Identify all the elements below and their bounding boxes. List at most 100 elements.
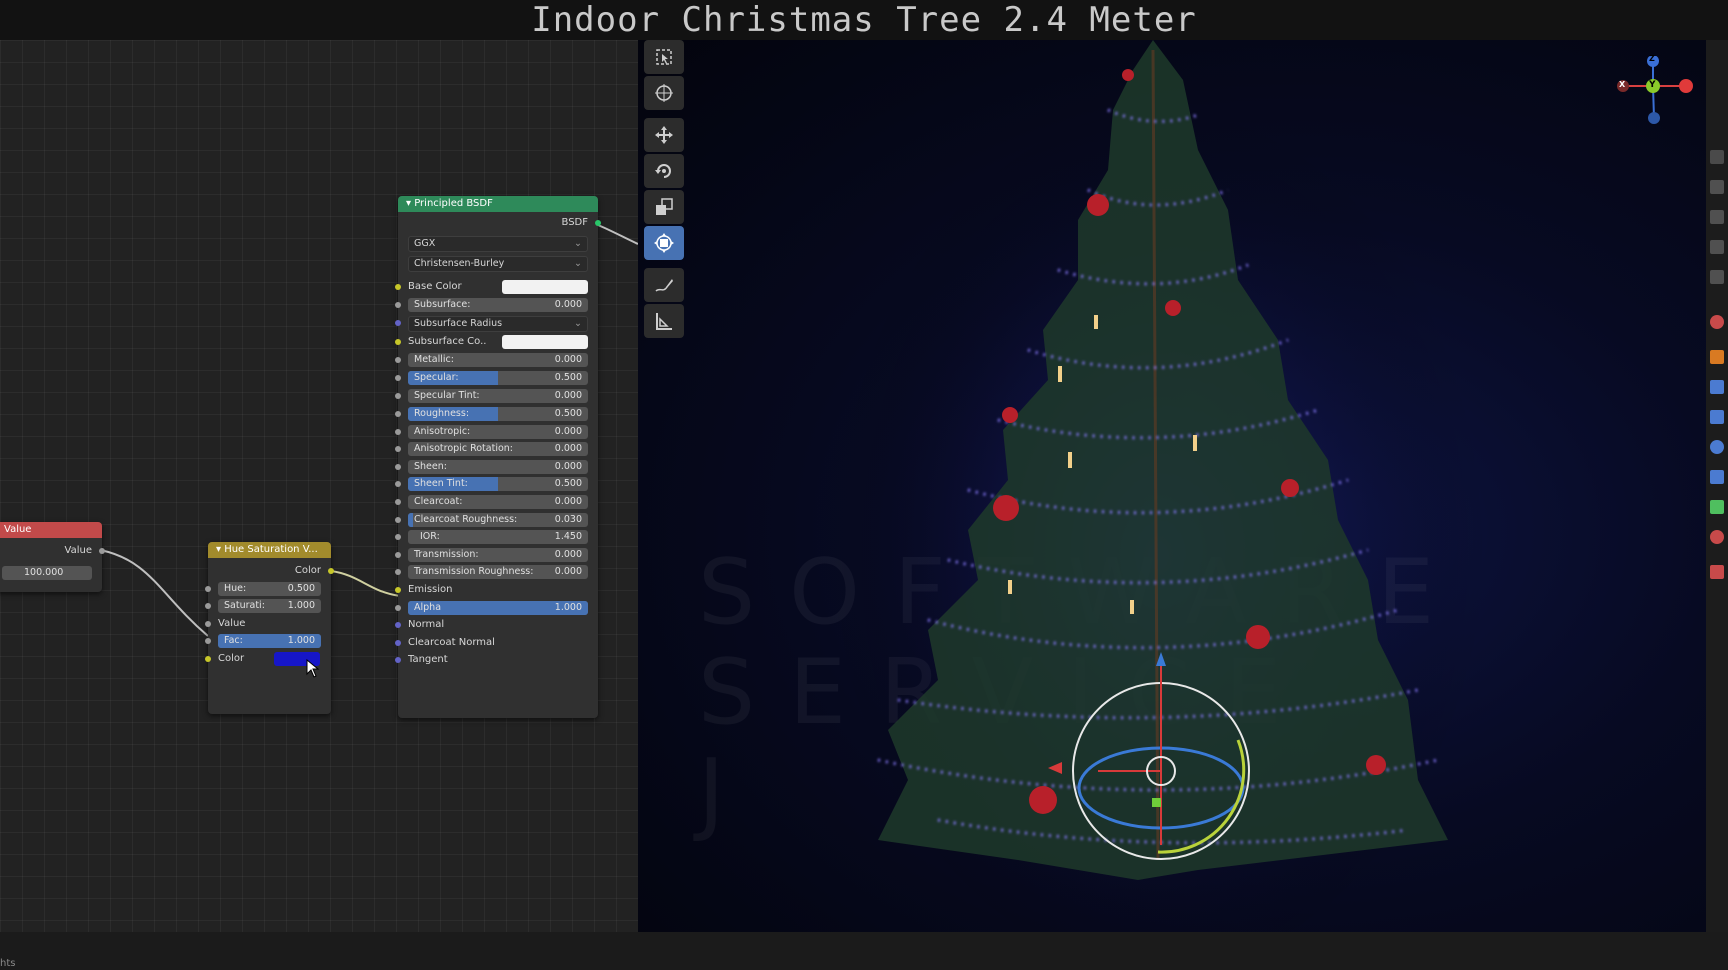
specular-tint-socket[interactable]	[395, 393, 401, 399]
gizmo-z-label: Z	[1649, 54, 1655, 63]
alpha-field[interactable]: Alpha 1.000	[408, 601, 588, 615]
constraints-tab-icon[interactable]	[1710, 470, 1724, 484]
render-tab-icon[interactable]	[1710, 180, 1724, 194]
saturation-input-socket[interactable]	[205, 603, 211, 609]
sheen-socket[interactable]	[395, 464, 401, 470]
video-caption: Indoor Christmas Tree 2.4 Meter	[0, 0, 1728, 40]
view-layer-tab-icon[interactable]	[1710, 240, 1724, 254]
value-node-title: Value	[4, 524, 32, 535]
output-tab-icon[interactable]	[1710, 210, 1724, 224]
navigation-gizmo[interactable]: Z X Y	[1608, 54, 1698, 126]
link-value-to-hue	[99, 549, 209, 637]
transmission-socket[interactable]	[395, 552, 401, 558]
specular-socket[interactable]	[395, 375, 401, 381]
subsurface-radius-socket[interactable]	[395, 320, 401, 326]
christmas-tree-render[interactable]	[638, 40, 1706, 932]
value-input-socket[interactable]	[205, 621, 211, 627]
tangent-label: Tangent	[408, 654, 448, 665]
clearcoat-field[interactable]: Clearcoat: 0.000	[408, 495, 588, 509]
value-field[interactable]: 100.000	[2, 566, 92, 580]
specular-tint-field[interactable]: Specular Tint: 0.000	[408, 389, 588, 403]
subsurface-socket[interactable]	[395, 302, 401, 308]
particles-tab-icon[interactable]	[1710, 410, 1724, 424]
value-node-header[interactable]: Value	[0, 522, 102, 538]
sheen-tint-socket[interactable]	[395, 481, 401, 487]
physics-tab-icon[interactable]	[1710, 440, 1724, 454]
fac-field[interactable]: Fac: 1.000	[218, 634, 321, 648]
value-output-socket[interactable]	[99, 548, 105, 554]
transmission-roughness-field[interactable]: Transmission Roughness: 0.000	[408, 565, 588, 579]
hue-sat-output-label: Color	[294, 565, 321, 576]
collapse-chevron-icon[interactable]: ▾	[216, 544, 224, 555]
metallic-socket[interactable]	[395, 357, 401, 363]
tangent-socket[interactable]	[395, 657, 401, 663]
value-input-label: Value	[218, 618, 246, 629]
bsdf-output-socket[interactable]	[595, 220, 601, 226]
value-node[interactable]: Value Value 100.000	[0, 522, 105, 592]
anisotropic-rotation-socket[interactable]	[395, 446, 401, 452]
world-tab-icon[interactable]	[1710, 315, 1724, 329]
hue-saturation-node[interactable]: ▾ Hue Saturation V... Color Hue: 0.500 S…	[205, 542, 334, 714]
gizmo-x-label: X	[1619, 80, 1626, 89]
bsdf-output-label: BSDF	[561, 217, 588, 228]
principled-bsdf-header[interactable]: ▾ Principled BSDF	[398, 196, 598, 212]
subsurface-color-swatch[interactable]	[502, 335, 588, 349]
emission-label: Emission	[408, 584, 453, 595]
clearcoat-roughness-field[interactable]: Clearcoat Roughness: 0.030	[408, 513, 588, 527]
emission-socket[interactable]	[395, 587, 401, 593]
principled-bsdf-node[interactable]: ▾ Principled BSDF BSDF GGX ⌄ Christensen…	[395, 196, 601, 718]
metallic-field[interactable]: Metallic: 0.000	[408, 353, 588, 367]
fac-input-socket[interactable]	[205, 638, 211, 644]
link-bsdf-out	[597, 224, 638, 245]
data-tab-icon[interactable]	[1710, 500, 1724, 514]
chevron-down-icon: ⌄	[574, 238, 582, 249]
saturation-field[interactable]: Saturati: 1.000	[218, 599, 321, 613]
specular-field[interactable]: Specular: 0.500	[408, 371, 588, 385]
clearcoat-socket[interactable]	[395, 499, 401, 505]
link-hue-to-bsdf	[330, 570, 401, 597]
hue-saturation-header[interactable]: ▾ Hue Saturation V...	[208, 542, 331, 558]
alpha-socket[interactable]	[395, 605, 401, 611]
sheen-field[interactable]: Sheen: 0.000	[408, 460, 588, 474]
clearcoat-normal-socket[interactable]	[395, 640, 401, 646]
roughness-field[interactable]: Roughness: 0.500	[408, 407, 588, 421]
tool-tab-icon[interactable]	[1710, 150, 1724, 164]
anisotropic-socket[interactable]	[395, 429, 401, 435]
subsurface-field[interactable]: Subsurface: 0.000	[408, 298, 588, 312]
sheen-tint-field[interactable]: Sheen Tint: 0.500	[408, 477, 588, 491]
clearcoat-roughness-socket[interactable]	[395, 517, 401, 523]
status-text: hts	[0, 958, 16, 969]
ior-field[interactable]: IOR: 1.450	[408, 530, 588, 544]
anisotropic-field[interactable]: Anisotropic: 0.000	[408, 425, 588, 439]
collapse-chevron-icon[interactable]: ▾	[406, 198, 414, 209]
ior-socket[interactable]	[395, 534, 401, 540]
subsurface-radius-dropdown[interactable]: Subsurface Radius ⌄	[408, 316, 588, 332]
color-input-socket[interactable]	[205, 656, 211, 662]
base-color-socket[interactable]	[395, 284, 401, 290]
hue-field[interactable]: Hue: 0.500	[218, 582, 321, 596]
mouse-cursor-icon	[306, 659, 320, 678]
subsurface-color-socket[interactable]	[395, 339, 401, 345]
modifier-tab-icon[interactable]	[1710, 380, 1724, 394]
transmission-field[interactable]: Transmission: 0.000	[408, 548, 588, 562]
material-tab-icon[interactable]	[1710, 530, 1724, 544]
status-bar: hts	[0, 932, 1728, 970]
chevron-down-icon: ⌄	[574, 318, 582, 329]
node-editor[interactable]: Value Value 100.000 ▾ Hue Saturation V..…	[0, 40, 638, 932]
base-color-swatch[interactable]	[502, 280, 588, 294]
3d-viewport[interactable]: SOFTWARE SERVICE J	[638, 40, 1706, 932]
anisotropic-rotation-field[interactable]: Anisotropic Rotation: 0.000	[408, 442, 588, 456]
distribution-dropdown[interactable]: GGX ⌄	[408, 236, 588, 252]
scene-tab-icon[interactable]	[1710, 270, 1724, 284]
axis-gizmo-icon	[1617, 55, 1693, 124]
hue-sat-output-socket[interactable]	[328, 568, 334, 574]
object-tab-icon[interactable]	[1710, 350, 1724, 364]
hue-input-socket[interactable]	[205, 586, 211, 592]
roughness-socket[interactable]	[395, 411, 401, 417]
value-output-label: Value	[64, 545, 92, 556]
normal-socket[interactable]	[395, 622, 401, 628]
transmission-roughness-socket[interactable]	[395, 569, 401, 575]
texture-tab-icon[interactable]	[1710, 565, 1724, 579]
subsurface-method-dropdown[interactable]: Christensen-Burley ⌄	[408, 256, 588, 272]
caption-title: Indoor Christmas Tree 2.4 Meter	[531, 0, 1197, 40]
